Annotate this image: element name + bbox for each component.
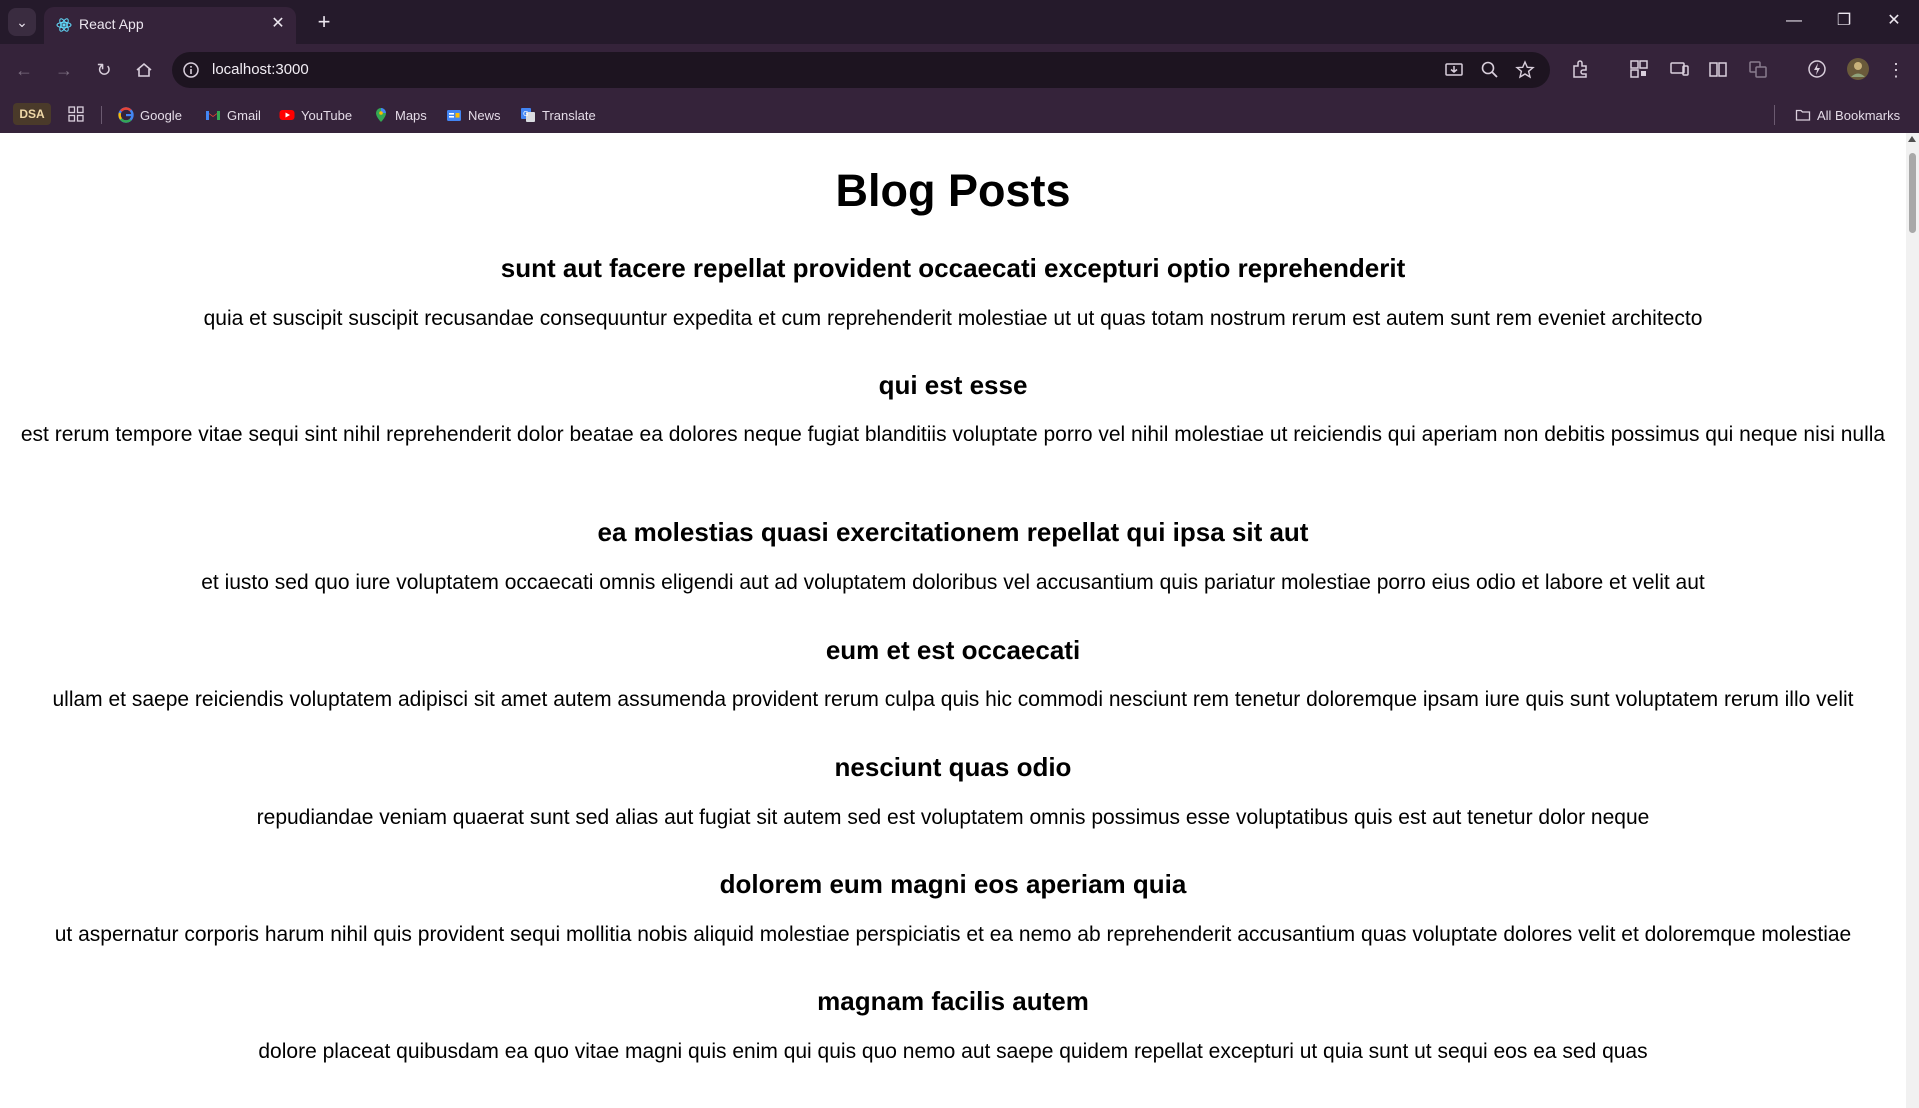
home-icon — [136, 62, 152, 77]
extensions-icon[interactable] — [1570, 58, 1592, 80]
all-bookmarks-label: All Bookmarks — [1817, 107, 1901, 123]
bookmark-label: Maps — [395, 107, 427, 123]
blog-post: sunt aut facere repellat provident occae… — [0, 253, 1906, 334]
zoom-icon[interactable] — [1480, 60, 1500, 80]
restore-button[interactable]: ❐ — [1821, 6, 1867, 36]
react-icon — [56, 18, 72, 32]
bookmark-label: YouTube — [301, 107, 353, 123]
blog-post: ea molestias quasi exercitationem repell… — [0, 517, 1906, 598]
home-button[interactable] — [130, 56, 158, 84]
minimize-button[interactable]: — — [1771, 6, 1817, 36]
post-title: ea molestias quasi exercitationem repell… — [597, 517, 1309, 547]
bookmark-dsa[interactable]: DSA — [13, 103, 51, 125]
bookmark-news[interactable]: News — [446, 104, 501, 126]
tab-title: React App — [79, 16, 144, 32]
close-window-button[interactable]: ✕ — [1871, 6, 1917, 36]
folder-icon — [1795, 109, 1811, 121]
reload-button[interactable]: ↻ — [90, 56, 118, 84]
forward-button[interactable]: → — [50, 56, 78, 84]
blog-post: magnam facilis autem dolore placeat quib… — [0, 986, 1906, 1067]
apps-grid-icon[interactable] — [68, 106, 84, 122]
post-body: est rerum tempore vitae sequi sint nihil… — [20, 423, 1886, 446]
all-bookmarks-button[interactable]: All Bookmarks — [1795, 104, 1900, 126]
url-text: localhost:3000 — [212, 61, 309, 78]
blog-post: eum et est occaecati ullam et saepe reic… — [0, 635, 1906, 715]
post-body: ullam et saepe reiciendis voluptatem adi… — [52, 688, 1854, 711]
browser-chrome: ⌄ React App ✕ + — ❐ ✕ ← → ↻ localhost:30… — [0, 0, 1919, 133]
toolbar: ← → ↻ localhost:3000 ⋮ — [0, 44, 1919, 96]
post-body: quia et suscipit suscipit recusandae con… — [203, 307, 1703, 330]
bookmark-label: Google — [140, 107, 182, 123]
back-button[interactable]: ← — [10, 56, 38, 84]
devices-icon[interactable] — [1668, 58, 1690, 80]
install-app-icon[interactable] — [1444, 60, 1464, 80]
restore-icon: ❐ — [1836, 12, 1852, 29]
menu-button[interactable]: ⋮ — [1882, 56, 1910, 84]
avatar[interactable] — [1846, 57, 1870, 81]
post-body: et iusto sed quo iure voluptatem occaeca… — [201, 571, 1705, 594]
performance-icon[interactable] — [1806, 58, 1828, 80]
more-vertical-icon: ⋮ — [1887, 60, 1905, 80]
tab-react-app[interactable]: React App ✕ — [44, 7, 296, 44]
qr-code-icon[interactable] — [1628, 58, 1650, 80]
google-icon — [118, 107, 134, 123]
blog-post: nesciunt quas odio repudiandae veniam qu… — [0, 752, 1906, 833]
bookmark-google[interactable]: Google — [118, 104, 182, 126]
reading-mode-icon[interactable] — [1707, 58, 1729, 80]
arrow-right-icon: → — [55, 60, 73, 80]
close-icon: ✕ — [1887, 12, 1901, 29]
bookmark-gmail[interactable]: Gmail — [205, 104, 261, 126]
gmail-icon — [206, 111, 220, 120]
bookmark-youtube[interactable]: YouTube — [279, 104, 352, 126]
post-title: dolorem eum magni eos aperiam quia — [719, 869, 1187, 899]
bookmark-label: News — [468, 107, 501, 123]
youtube-icon — [279, 110, 295, 120]
chevron-down-icon: ⌄ — [16, 13, 28, 30]
page-content: Blog Posts sunt aut facere repellat prov… — [0, 133, 1906, 1108]
news-icon — [447, 110, 461, 121]
arrow-left-icon: ← — [15, 60, 33, 80]
close-icon[interactable]: ✕ — [268, 14, 288, 34]
bookmarks-divider — [101, 106, 102, 124]
info-icon[interactable] — [182, 61, 200, 79]
tab-search-button[interactable]: ⌄ — [8, 8, 36, 36]
post-body: ut aspernatur corporis harum nihil quis … — [54, 923, 1852, 946]
plus-icon: + — [317, 9, 331, 34]
bookmarks-divider — [1774, 105, 1775, 125]
post-title: qui est esse — [878, 370, 1028, 400]
tab-strip: ⌄ React App ✕ + — ❐ ✕ — [0, 0, 1919, 44]
bookmark-label: Translate — [542, 107, 596, 123]
post-title: magnam facilis autem — [817, 986, 1089, 1016]
vertical-scrollbar[interactable] — [1906, 133, 1919, 1108]
post-body: repudiandae veniam quaerat sunt sed alia… — [256, 806, 1650, 829]
address-bar[interactable]: localhost:3000 — [172, 52, 1550, 88]
bookmark-label: Gmail — [227, 107, 261, 123]
maps-icon — [376, 108, 386, 122]
scrollbar-thumb[interactable] — [1909, 153, 1916, 233]
bookmark-maps[interactable]: Maps — [373, 104, 427, 126]
new-tab-button[interactable]: + — [310, 8, 338, 36]
post-title: sunt aut facere repellat provident occae… — [500, 253, 1406, 283]
blog-post: qui est esse est rerum tempore vitae seq… — [0, 370, 1906, 450]
svg-text:G: G — [523, 110, 528, 118]
scroll-up-icon[interactable] — [1908, 136, 1916, 142]
minimize-icon: — — [1786, 12, 1802, 29]
bookmarks-bar: DSA Google Gmail YouTube Maps News G Tra… — [0, 96, 1919, 133]
reload-icon: ↻ — [96, 60, 112, 80]
star-icon[interactable] — [1515, 60, 1535, 80]
post-body: dolore placeat quibusdam ea quo vitae ma… — [258, 1040, 1648, 1063]
translate-icon: G — [521, 108, 535, 122]
translate-page-icon[interactable] — [1747, 58, 1769, 80]
blog-post: dolorem eum magni eos aperiam quia ut as… — [0, 869, 1906, 950]
post-title: nesciunt quas odio — [834, 752, 1072, 782]
page-title: Blog Posts — [835, 165, 1071, 216]
post-title: eum et est occaecati — [825, 635, 1081, 665]
bookmark-translate[interactable]: G Translate — [520, 104, 596, 126]
